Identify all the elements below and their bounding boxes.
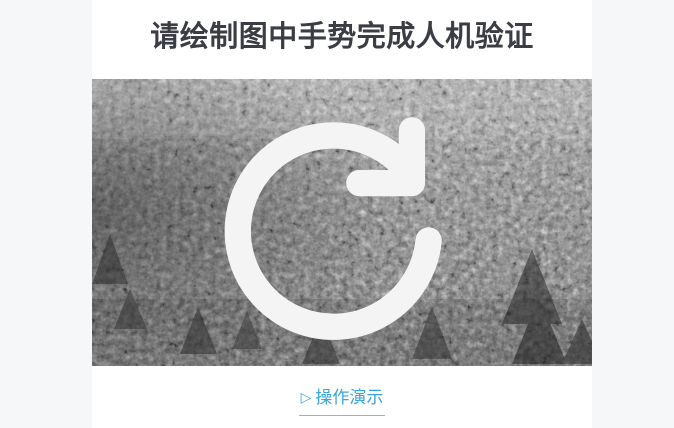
play-icon: ▷ [300,390,312,406]
demo-label: 操作演示 [315,388,384,408]
captcha-title: 请绘制图中手势完成人机验证 [150,19,534,53]
captcha-panel: 请绘制图中手势完成人机验证 ▷ 操作演示 [92,0,592,428]
demo-button[interactable]: ▷ 操作演示 [92,386,592,416]
captcha-forest-image[interactable] [92,79,592,366]
refresh-icon[interactable] [92,85,583,366]
demo-button-inner[interactable]: ▷ 操作演示 [298,386,386,416]
